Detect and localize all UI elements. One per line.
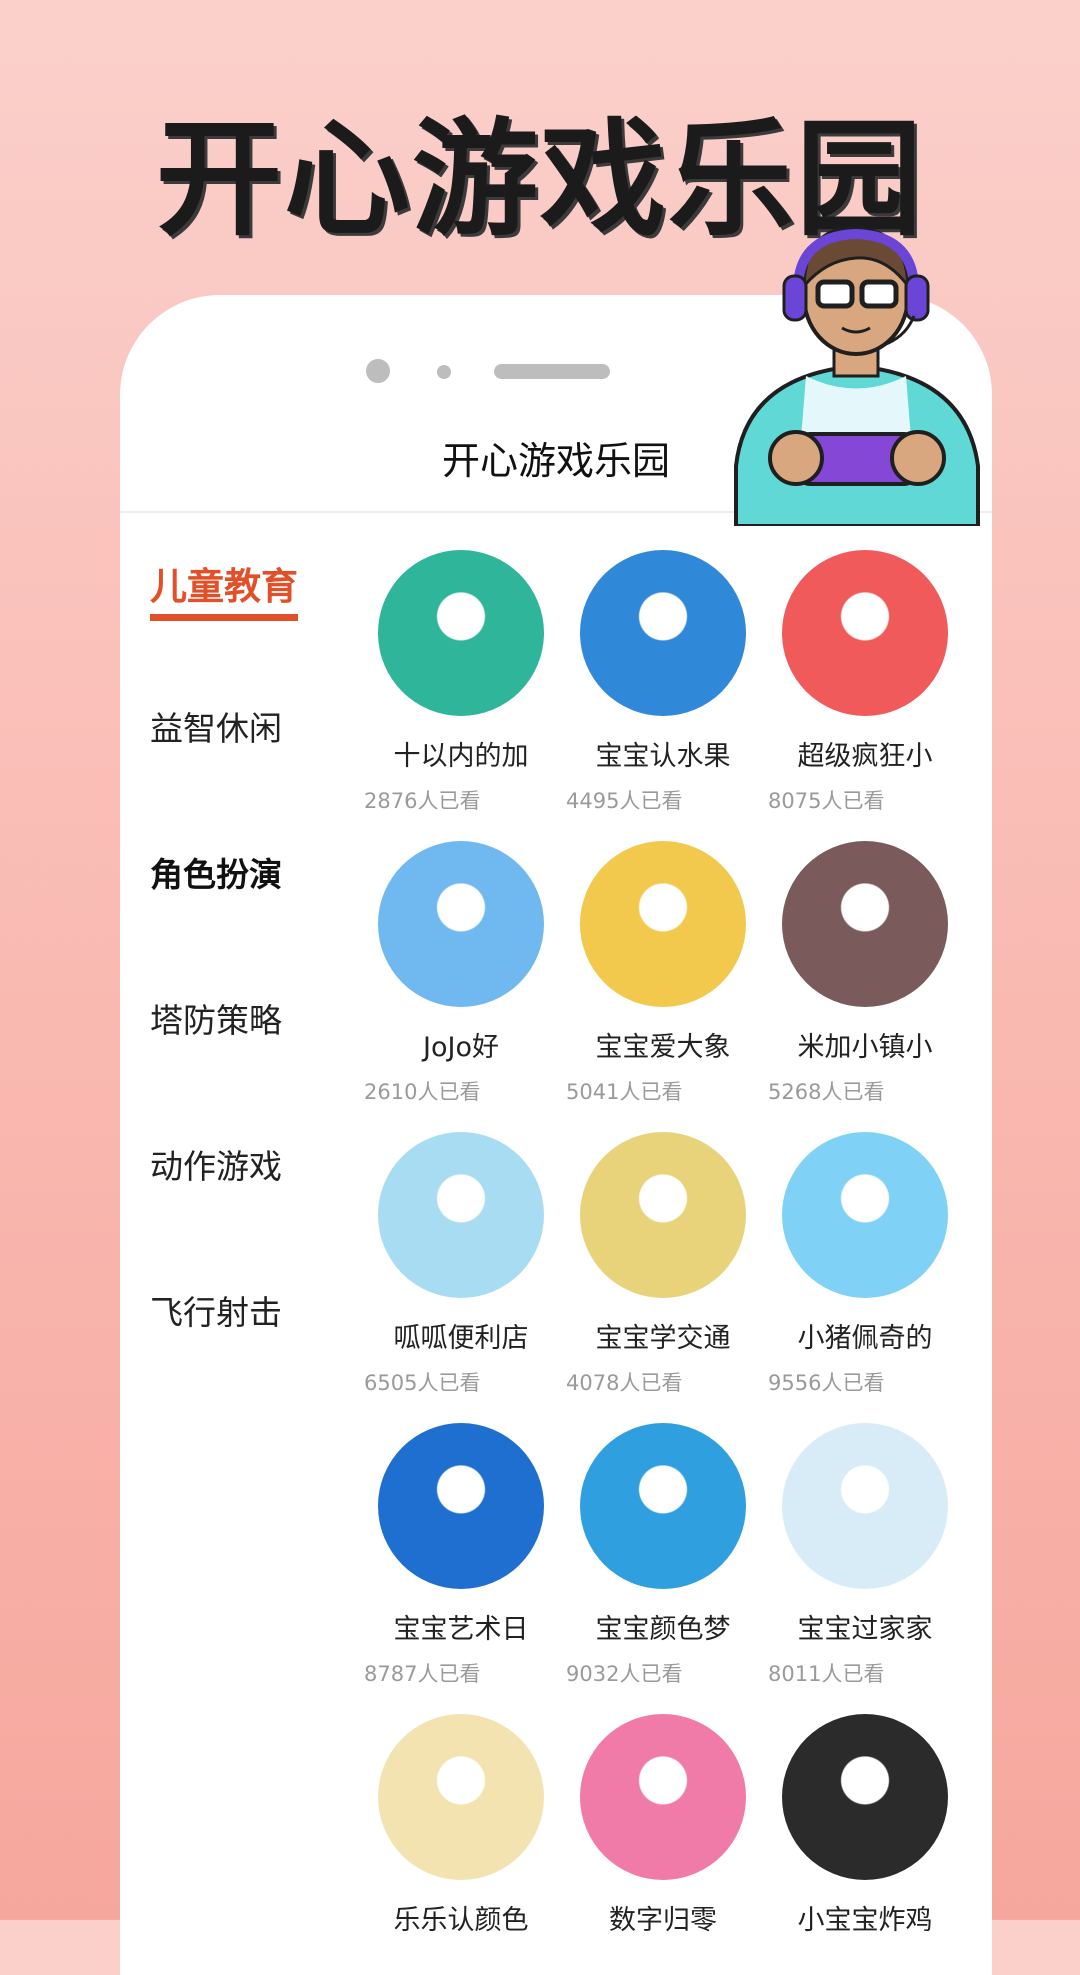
game-title: 宝宝爱大象 bbox=[595, 1032, 731, 1063]
elephant-icon[interactable] bbox=[580, 841, 746, 1007]
speaker-icon bbox=[494, 364, 610, 379]
game-view-count: 4078人已看 bbox=[566, 1371, 683, 1395]
game-card[interactable]: 呱呱便利店 6505人已看 bbox=[360, 1132, 562, 1423]
panda-painter-icon[interactable] bbox=[378, 1423, 544, 1589]
camera-icon bbox=[366, 359, 390, 383]
game-grid: 十以内的加 2876人已看 宝宝认水果 4495人已看 超级疯狂小 8075人已看 JoJo… bbox=[360, 550, 972, 1975]
game-view-count: 8075人已看 bbox=[768, 789, 885, 813]
crab-icon[interactable] bbox=[580, 1423, 746, 1589]
donut-lion-icon[interactable] bbox=[378, 550, 544, 716]
sidebar-item-puzzle[interactable]: 益智休闲 bbox=[150, 696, 350, 842]
shop-icon[interactable] bbox=[378, 1132, 544, 1298]
game-card[interactable]: 宝宝爱大象 5041人已看 bbox=[562, 841, 764, 1132]
game-title: 宝宝艺术日 bbox=[393, 1614, 529, 1645]
pig-icon[interactable] bbox=[782, 1132, 948, 1298]
game-card[interactable]: 宝宝学交通 4078人已看 bbox=[562, 1132, 764, 1423]
game-card[interactable]: 乐乐认颜色 bbox=[360, 1714, 562, 1975]
game-view-count: 5041人已看 bbox=[566, 1080, 683, 1104]
game-title: JoJo好 bbox=[423, 1032, 499, 1063]
game-title: 呱呱便利店 bbox=[393, 1323, 529, 1354]
game-title: 十以内的加 bbox=[393, 741, 529, 772]
white-cat-icon[interactable] bbox=[580, 550, 746, 716]
game-title: 宝宝颜色梦 bbox=[595, 1614, 731, 1645]
game-title: 小猪佩奇的 bbox=[797, 1323, 933, 1354]
game-card[interactable]: 超级疯狂小 8075人已看 bbox=[764, 550, 966, 841]
sidebar-item-action[interactable]: 动作游戏 bbox=[150, 1134, 350, 1280]
sidebar-item-shooting[interactable]: 飞行射击 bbox=[150, 1280, 350, 1426]
game-card[interactable]: 宝宝认水果 4495人已看 bbox=[562, 550, 764, 841]
sidebar-item-label: 动作游戏 bbox=[150, 1147, 282, 1186]
game-title: 宝宝认水果 bbox=[595, 741, 731, 772]
dentist-girl-icon[interactable] bbox=[782, 550, 948, 716]
game-title: 数字归零 bbox=[609, 1905, 717, 1936]
game-view-count: 9032人已看 bbox=[566, 1662, 683, 1686]
sidebar-item-label: 益智休闲 bbox=[150, 709, 282, 748]
sidebar-item-tower-defense[interactable]: 塔防策略 bbox=[150, 988, 350, 1134]
sidebar-item-label: 塔防策略 bbox=[150, 1001, 282, 1040]
sidebar-item-label: 儿童教育 bbox=[150, 556, 298, 621]
game-card[interactable]: JoJo好 2610人已看 bbox=[360, 841, 562, 1132]
gamer-mascot-illustration bbox=[734, 226, 980, 526]
game-view-count: 8011人已看 bbox=[768, 1662, 885, 1686]
game-card[interactable]: 小宝宝炸鸡 bbox=[764, 1714, 966, 1975]
game-view-count: 2610人已看 bbox=[364, 1080, 481, 1104]
hippo-family-icon[interactable] bbox=[782, 841, 948, 1007]
game-title: 米加小镇小 bbox=[797, 1032, 933, 1063]
game-card[interactable]: 宝宝过家家 8011人已看 bbox=[764, 1423, 966, 1714]
game-view-count: 2876人已看 bbox=[364, 789, 481, 813]
game-card[interactable]: 数字归零 bbox=[562, 1714, 764, 1975]
sidebar-item-label: 飞行射击 bbox=[150, 1293, 282, 1332]
sidebar-item-label: 角色扮演 bbox=[150, 855, 282, 894]
game-card[interactable]: 小猪佩奇的 9556人已看 bbox=[764, 1132, 966, 1423]
game-title: 小宝宝炸鸡 bbox=[797, 1905, 933, 1936]
sensor-icon bbox=[437, 365, 451, 379]
rainbow-icon[interactable] bbox=[378, 1714, 544, 1880]
game-card[interactable]: 宝宝艺术日 8787人已看 bbox=[360, 1423, 562, 1714]
category-sidebar: 儿童教育 益智休闲 角色扮演 塔防策略 动作游戏 飞行射击 bbox=[150, 550, 350, 1426]
game-title: 超级疯狂小 bbox=[797, 741, 933, 772]
candy-icon[interactable] bbox=[580, 1714, 746, 1880]
game-title: 宝宝学交通 bbox=[595, 1323, 731, 1354]
fried-chicken-icon[interactable] bbox=[782, 1714, 948, 1880]
game-view-count: 4495人已看 bbox=[566, 789, 683, 813]
sidebar-item-education[interactable]: 儿童教育 bbox=[150, 550, 350, 696]
phone-frame: 开心游戏乐园 儿童教育 益智休闲 角色扮演 塔防策略 动作游戏 飞行射击 十以内… bbox=[120, 295, 992, 1975]
game-title: 宝宝过家家 bbox=[797, 1614, 933, 1645]
game-title: 乐乐认颜色 bbox=[393, 1905, 529, 1936]
sidebar-item-roleplay[interactable]: 角色扮演 bbox=[150, 842, 350, 988]
game-view-count: 6505人已看 bbox=[364, 1371, 481, 1395]
baby-doll-icon[interactable] bbox=[782, 1423, 948, 1589]
game-view-count: 8787人已看 bbox=[364, 1662, 481, 1686]
game-card[interactable]: 宝宝颜色梦 9032人已看 bbox=[562, 1423, 764, 1714]
game-view-count: 5268人已看 bbox=[768, 1080, 885, 1104]
game-view-count: 9556人已看 bbox=[768, 1371, 885, 1395]
game-card[interactable]: 十以内的加 2876人已看 bbox=[360, 550, 562, 841]
baby-bath-icon[interactable] bbox=[378, 841, 544, 1007]
panda-car-icon[interactable] bbox=[580, 1132, 746, 1298]
game-card[interactable]: 米加小镇小 5268人已看 bbox=[764, 841, 966, 1132]
